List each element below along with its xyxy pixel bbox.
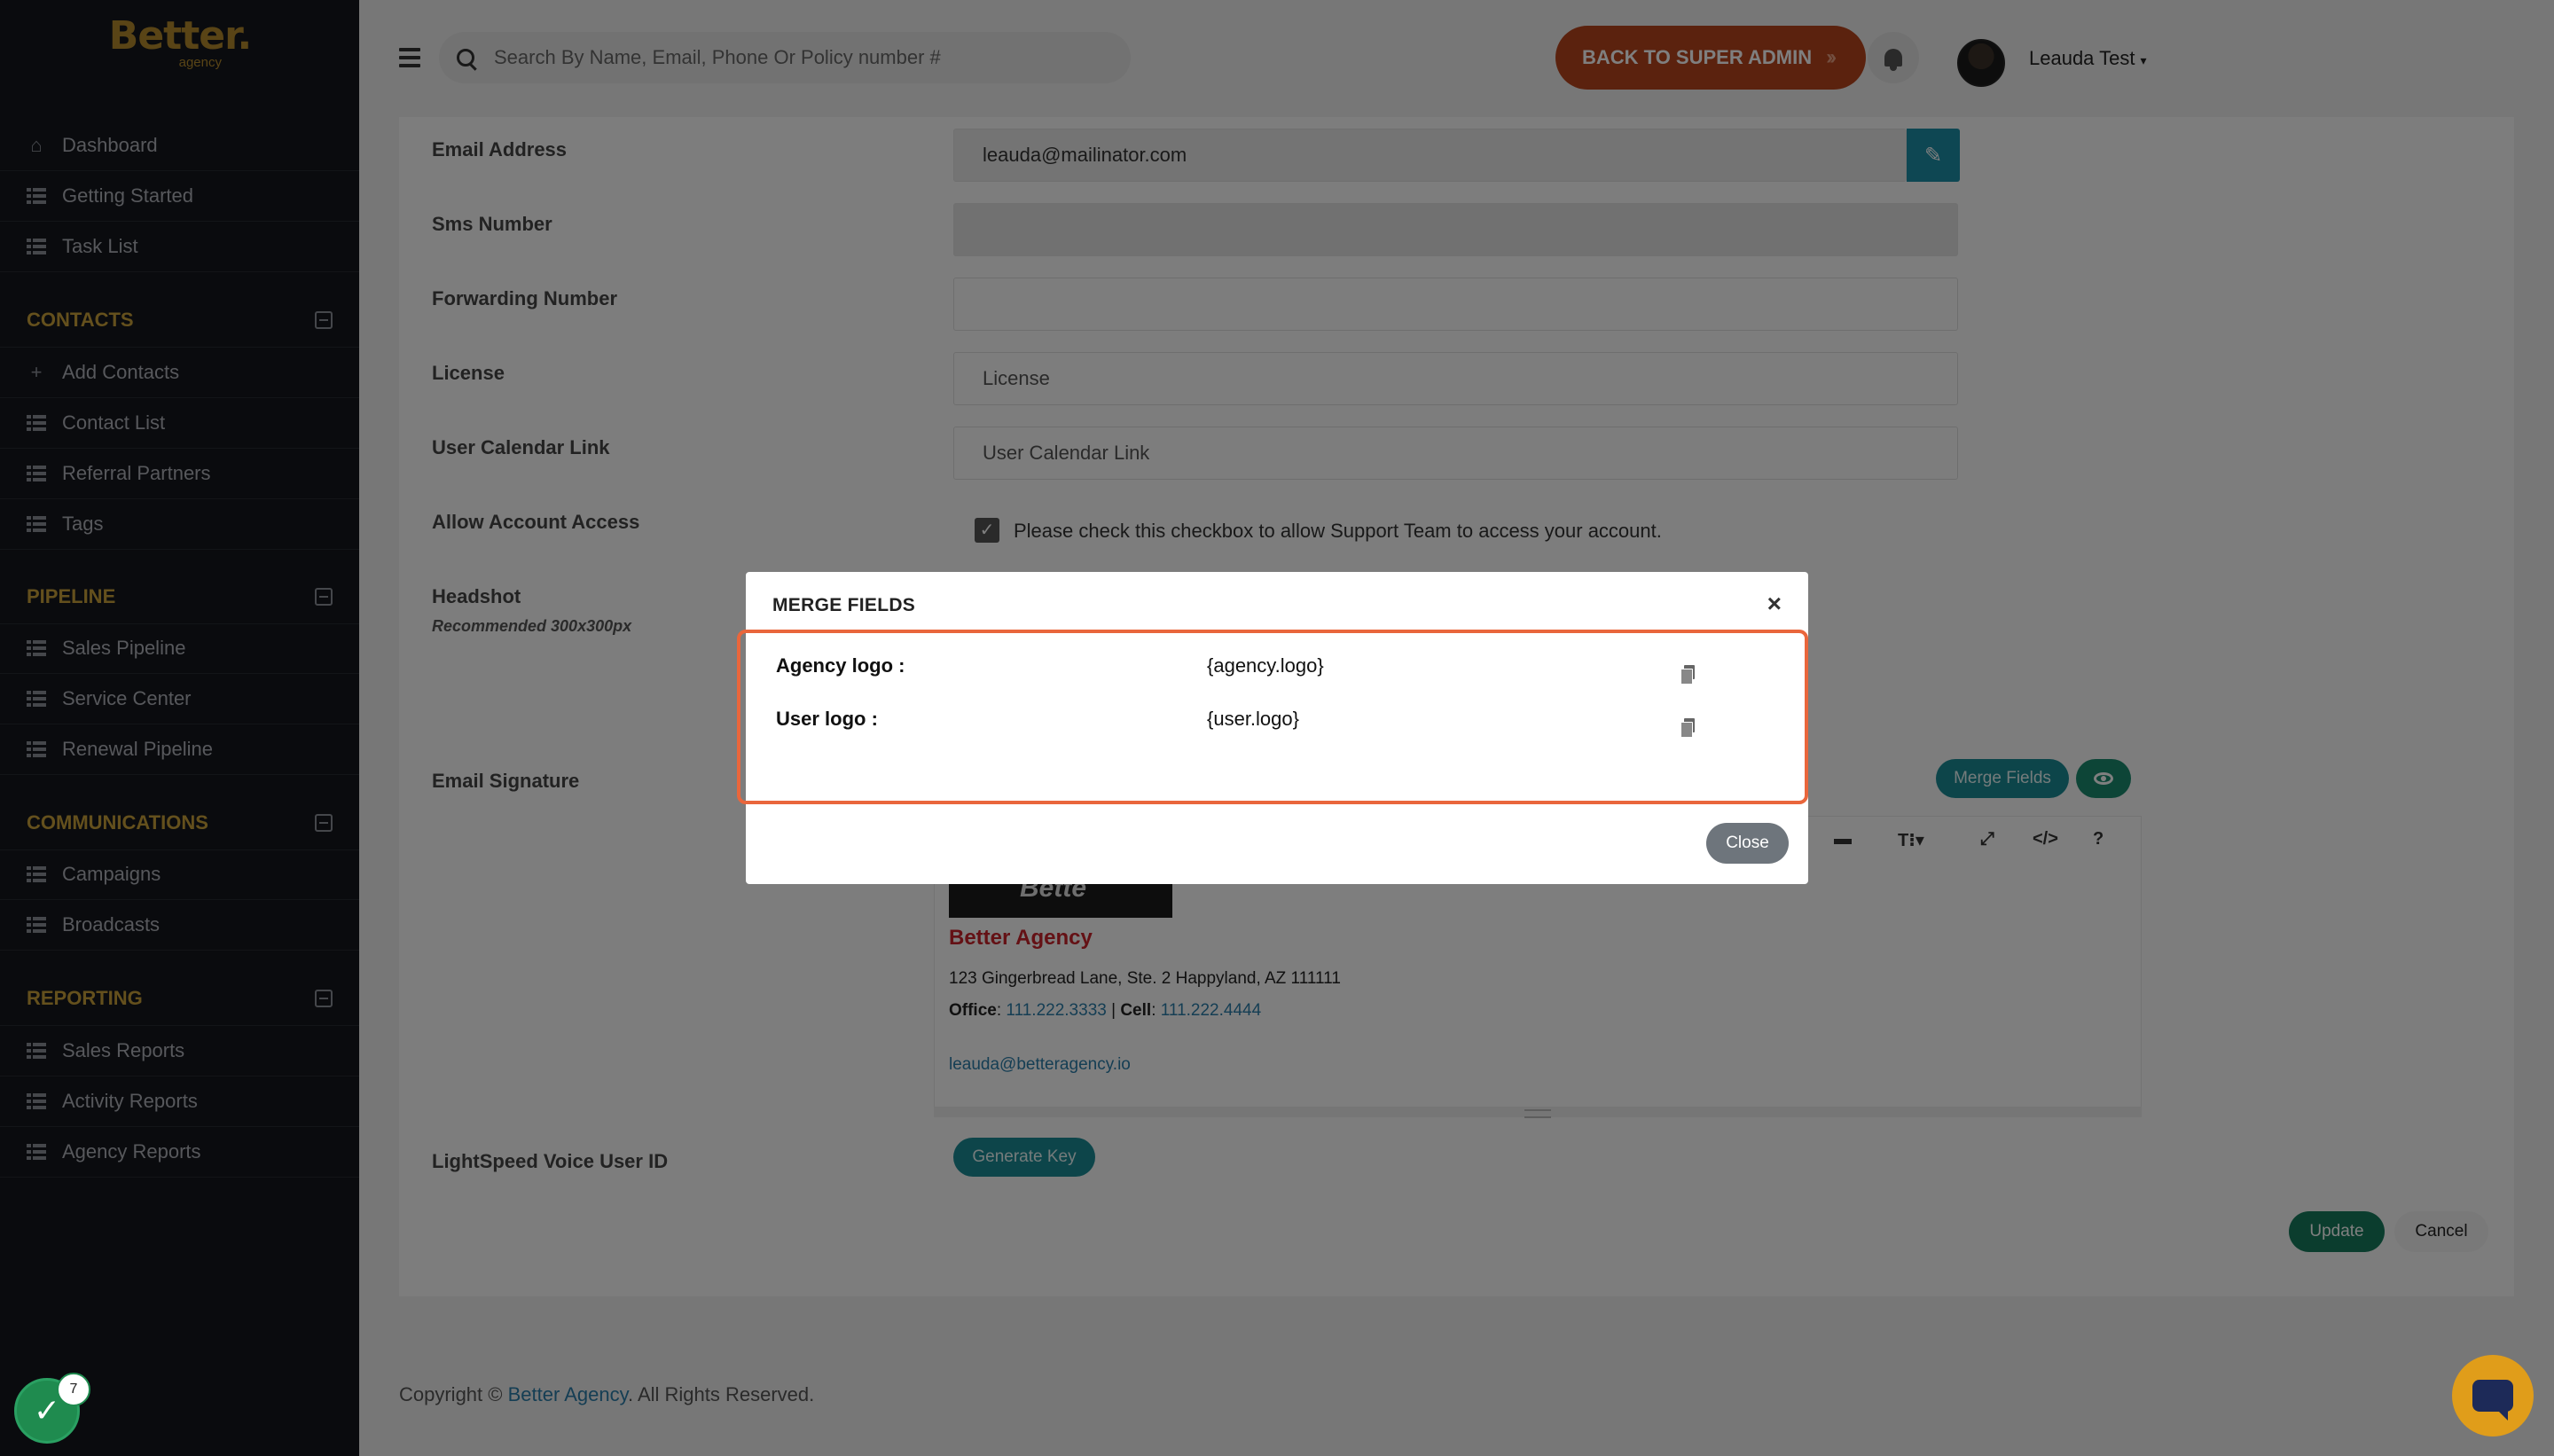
- modal-title: MERGE FIELDS: [772, 595, 916, 615]
- copy-icon[interactable]: [1680, 718, 1695, 738]
- merge-fields-list: Agency logo : {agency.logo} User logo : …: [737, 630, 1808, 804]
- modal-close-button[interactable]: Close: [1706, 823, 1789, 864]
- task-count-badge: 7: [57, 1373, 90, 1406]
- close-icon[interactable]: ×: [1767, 591, 1782, 616]
- merge-field-value: {agency.logo}: [1207, 654, 1324, 677]
- merge-field-label: Agency logo :: [776, 654, 905, 677]
- check-icon: ✓: [33, 1392, 61, 1429]
- chat-button[interactable]: [2452, 1355, 2534, 1436]
- merge-field-value: {user.logo}: [1207, 708, 1299, 730]
- merge-field-label: User logo :: [776, 708, 878, 730]
- merge-fields-modal: MERGE FIELDS × Agency logo : {agency.log…: [737, 572, 1808, 884]
- chat-icon: [2472, 1380, 2513, 1421]
- copy-icon[interactable]: [1680, 665, 1695, 685]
